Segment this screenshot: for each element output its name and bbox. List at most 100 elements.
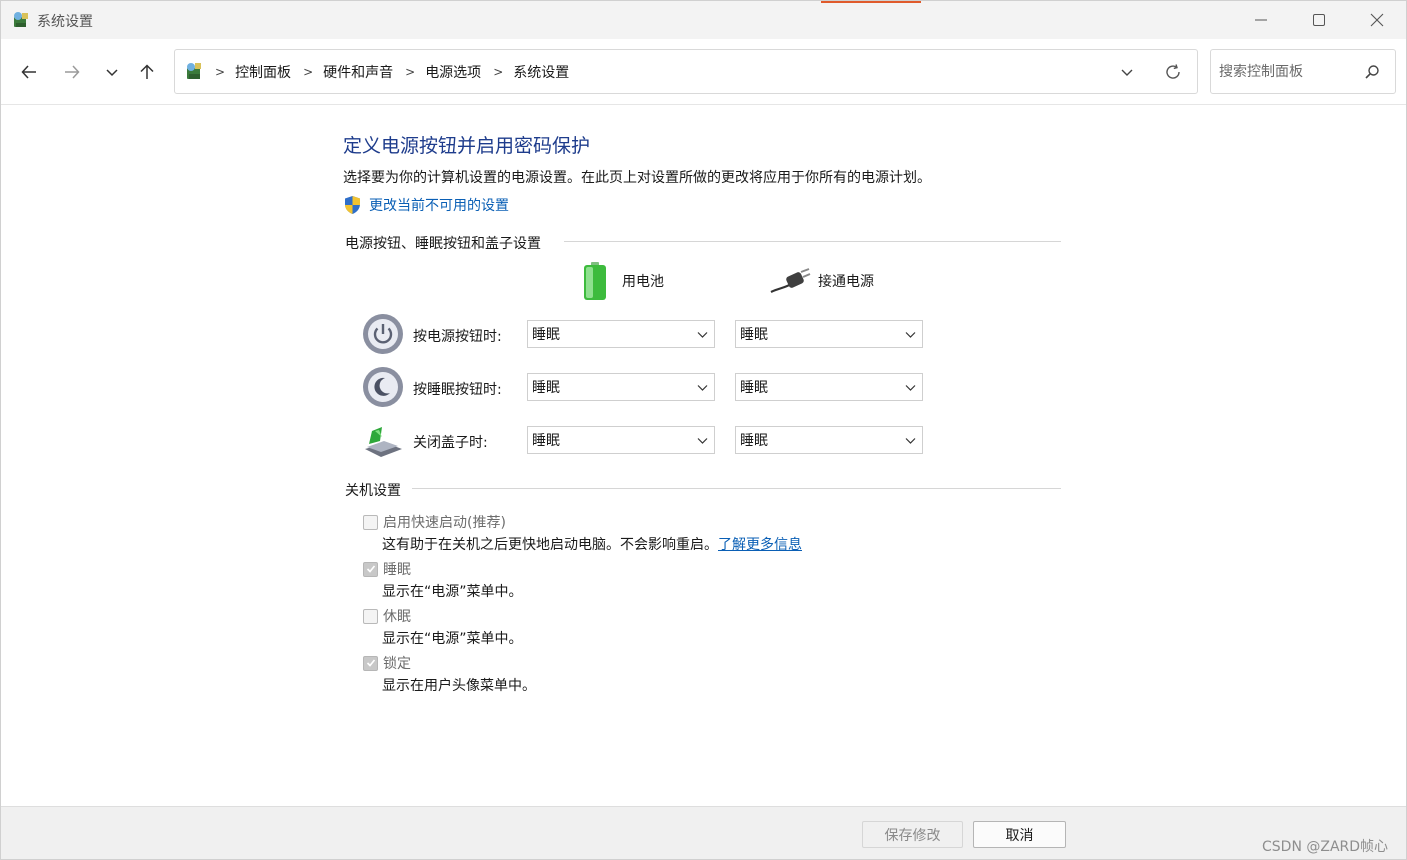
arrow-left-icon — [21, 65, 36, 79]
maximize-icon — [1313, 14, 1325, 26]
change-unavailable-settings-link[interactable]: 更改当前不可用的设置 — [343, 195, 509, 215]
search-box[interactable] — [1210, 49, 1396, 94]
sleep-description: 显示在“电源”菜单中。 — [382, 584, 523, 600]
sleep-option[interactable]: 睡眠 — [363, 559, 411, 579]
breadcrumb: > 控制面板 > 硬件和声音 > 电源选项 > 系统设置 — [213, 62, 579, 82]
title-bar: 系统设置 — [1, 1, 1406, 39]
sleep-button-icon — [363, 367, 403, 407]
save-changes-button[interactable]: 保存修改 — [862, 821, 963, 848]
plugged-in-column-header: 接通电源 — [769, 266, 874, 296]
chevron-down-icon — [905, 438, 916, 444]
checkmark-icon — [366, 565, 375, 573]
select-value: 睡眠 — [532, 433, 560, 449]
breadcrumb-separator: > — [405, 65, 416, 79]
select-value: 睡眠 — [740, 327, 768, 343]
close-icon — [1370, 13, 1384, 27]
main-content: 定义电源按钮并启用密码保护 选择要为你的计算机设置的电源设置。在此页上对设置所做… — [1, 106, 1406, 806]
battery-icon — [584, 262, 606, 300]
recent-locations-button[interactable] — [97, 58, 127, 86]
uac-shield-icon — [345, 196, 360, 214]
close-button[interactable] — [1348, 1, 1406, 39]
battery-column-header: 用电池 — [581, 261, 664, 301]
sleep-checkbox[interactable] — [363, 561, 378, 577]
chevron-down-icon — [106, 69, 118, 77]
lock-label: 锁定 — [383, 656, 411, 672]
breadcrumb-control-panel[interactable]: 控制面板 — [235, 62, 291, 82]
chevron-down-icon — [697, 438, 708, 444]
close-lid-battery-select[interactable]: 睡眠 — [527, 426, 715, 454]
close-lid-plugged-select[interactable]: 睡眠 — [735, 426, 923, 454]
control-panel-icon — [187, 63, 201, 79]
breadcrumb-separator: > — [493, 65, 504, 79]
lock-description: 显示在用户头像菜单中。 — [382, 678, 536, 694]
section-divider — [412, 488, 1061, 489]
hibernate-description: 显示在“电源”菜单中。 — [382, 631, 523, 647]
chevron-down-icon — [905, 332, 916, 338]
page-title: 定义电源按钮并启用密码保护 — [343, 135, 591, 157]
sleep-label: 睡眠 — [383, 562, 411, 578]
power-button-label: 按电源按钮时: — [413, 329, 502, 345]
minimize-icon — [1255, 19, 1267, 21]
minimize-button[interactable] — [1232, 1, 1290, 39]
power-button-icon — [363, 314, 403, 354]
address-history-dropdown[interactable] — [1115, 62, 1139, 82]
sleep-button-plugged-select[interactable]: 睡眠 — [735, 373, 923, 401]
close-lid-label: 关闭盖子时: — [413, 435, 488, 451]
sleep-button-battery-select[interactable]: 睡眠 — [527, 373, 715, 401]
select-value: 睡眠 — [740, 433, 768, 449]
forward-button[interactable] — [57, 58, 87, 86]
chevron-down-icon — [697, 332, 708, 338]
footer-bar: 保存修改 取消 CSDN @ZARD帧心 — [1, 806, 1406, 859]
lock-option[interactable]: 锁定 — [363, 653, 411, 673]
power-buttons-section-title: 电源按钮、睡眠按钮和盖子设置 — [345, 236, 541, 252]
select-value: 睡眠 — [532, 380, 560, 396]
breadcrumb-power-options[interactable]: 电源选项 — [425, 62, 481, 82]
breadcrumb-hardware-sound[interactable]: 硬件和声音 — [323, 62, 393, 82]
breadcrumb-separator: > — [215, 65, 226, 79]
page-description: 选择要为你的计算机设置的电源设置。在此页上对设置所做的更改将应用于你所有的电源计… — [343, 170, 931, 186]
cancel-button[interactable]: 取消 — [973, 821, 1066, 848]
sleep-button-label: 按睡眠按钮时: — [413, 382, 502, 398]
checkmark-icon — [366, 659, 375, 667]
arrow-up-icon — [140, 64, 154, 79]
address-bar[interactable]: > 控制面板 > 硬件和声音 > 电源选项 > 系统设置 — [174, 49, 1198, 94]
hibernate-checkbox[interactable] — [363, 608, 378, 624]
plugged-in-column-label: 接通电源 — [818, 274, 874, 290]
lock-checkbox[interactable] — [363, 655, 378, 671]
change-settings-link-text[interactable]: 更改当前不可用的设置 — [369, 195, 509, 215]
power-button-plugged-select[interactable]: 睡眠 — [735, 320, 923, 348]
refresh-icon — [1166, 64, 1180, 79]
breadcrumb-system-settings[interactable]: 系统设置 — [513, 62, 569, 82]
select-value: 睡眠 — [740, 380, 768, 396]
control-panel-window: 系统设置 > 控制面板 > 硬件和声音 > 电源选项 > 系统设置 搜索控制面板… — [0, 0, 1407, 860]
window-title: 系统设置 — [37, 14, 93, 30]
refresh-button[interactable] — [1161, 61, 1185, 83]
watermark: CSDN @ZARD帧心 — [1262, 839, 1389, 855]
power-button-battery-select[interactable]: 睡眠 — [527, 320, 715, 348]
back-button[interactable] — [14, 58, 44, 86]
select-value: 睡眠 — [532, 327, 560, 343]
hibernate-option[interactable]: 休眠 — [363, 606, 411, 626]
battery-column-label: 用电池 — [622, 274, 664, 290]
breadcrumb-separator: > — [303, 65, 314, 79]
power-plug-icon — [770, 268, 811, 293]
fast-startup-desc-text: 这有助于在关机之后更快地启动电脑。不会影响重启。 — [382, 537, 718, 553]
navigation-bar: > 控制面板 > 硬件和声音 > 电源选项 > 系统设置 — [1, 39, 1406, 105]
fast-startup-description: 这有助于在关机之后更快地启动电脑。不会影响重启。了解更多信息 — [382, 534, 802, 554]
laptop-lid-icon — [365, 427, 402, 457]
up-button[interactable] — [132, 58, 162, 86]
chevron-down-icon — [697, 385, 708, 391]
learn-more-link[interactable]: 了解更多信息 — [718, 537, 802, 553]
search-input[interactable] — [1219, 62, 1359, 82]
fast-startup-option[interactable]: 启用快速启动(推荐) — [363, 512, 506, 532]
fast-startup-checkbox[interactable] — [363, 514, 378, 530]
hibernate-label: 休眠 — [383, 609, 411, 625]
title-accent-bar — [821, 1, 921, 3]
control-panel-icon — [14, 12, 28, 27]
fast-startup-label: 启用快速启动(推荐) — [383, 515, 506, 531]
maximize-button[interactable] — [1290, 1, 1348, 39]
search-icon[interactable] — [1363, 63, 1381, 81]
shutdown-section-title: 关机设置 — [345, 483, 401, 499]
chevron-down-icon — [905, 385, 916, 391]
arrow-right-icon — [65, 65, 80, 79]
